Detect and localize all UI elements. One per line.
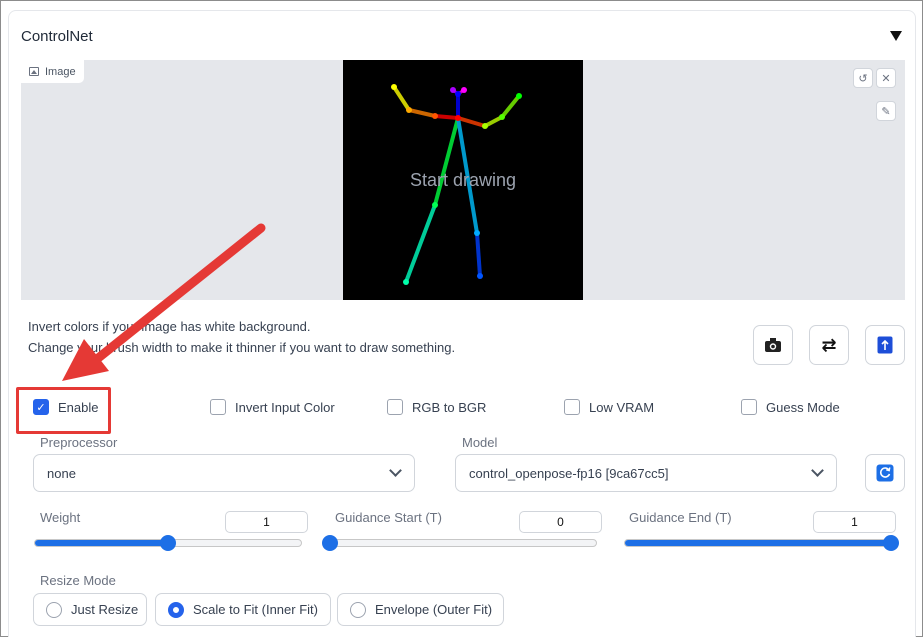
swap-button[interactable]: ⇄ (809, 325, 849, 365)
send-dimensions-button[interactable] (865, 325, 905, 365)
refresh-models-button[interactable] (865, 454, 905, 492)
chevron-down-icon (811, 464, 824, 477)
enable-checkbox[interactable]: ✓ Enable (33, 399, 98, 415)
slider-fill (35, 540, 168, 546)
invert-label: Invert Input Color (235, 399, 335, 415)
guidance-end-number-input[interactable]: 1 (813, 511, 896, 533)
rgb-bgr-label: RGB to BGR (412, 399, 487, 415)
preprocessor-label: Preprocessor (40, 435, 118, 450)
low-vram-label: Low VRAM (589, 399, 655, 415)
undo-icon[interactable]: ↺ (853, 68, 873, 88)
slider-thumb[interactable] (160, 535, 176, 551)
model-label: Model (462, 435, 498, 450)
panel-title: ControlNet (21, 28, 93, 45)
guess-mode-label: Guess Mode (766, 399, 840, 415)
guidance-end-label: Guidance End (T) (629, 510, 732, 525)
weight-slider[interactable] (34, 535, 302, 551)
upload-arrow-icon (877, 336, 893, 354)
weight-number-input[interactable]: 1 (225, 511, 308, 533)
canvas-placeholder: Start drawing (409, 170, 517, 190)
guidance-start-number-input[interactable]: 0 (519, 511, 602, 533)
slider-thumb[interactable] (883, 535, 899, 551)
checkbox-icon (564, 399, 580, 415)
refresh-icon (876, 464, 894, 482)
guidance-start-slider[interactable] (322, 535, 597, 551)
resize-mode-label: Resize Mode (40, 573, 116, 588)
close-icon[interactable]: ✕ (876, 68, 896, 88)
checkbox-icon (210, 399, 226, 415)
radio-icon (46, 601, 62, 618)
radio-label: Scale to Fit (Inner Fit) (193, 602, 318, 617)
swap-arrows-icon: ⇄ (821, 334, 837, 355)
guess-mode-checkbox[interactable]: Guess Mode (741, 399, 840, 415)
enable-label: Enable (58, 399, 99, 415)
weight-label: Weight (40, 510, 81, 525)
checkbox-icon (387, 399, 403, 415)
slider-thumb[interactable] (322, 535, 338, 551)
image-icon (29, 67, 39, 76)
chevron-down-icon (389, 464, 402, 477)
radio-just-resize[interactable]: Just Resize (33, 593, 147, 626)
radio-envelope[interactable]: Envelope (Outer Fit) (337, 593, 504, 626)
image-label-text: Image (45, 65, 76, 78)
radio-label: Just Resize (71, 602, 139, 617)
preprocessor-select[interactable]: none (33, 454, 415, 492)
radio-icon (350, 601, 366, 618)
camera-icon (765, 338, 781, 352)
radio-scale-to-fit[interactable]: Scale to Fit (Inner Fit) (155, 593, 331, 626)
radio-selected-icon (168, 601, 184, 618)
preprocessor-value: none (47, 465, 76, 481)
guidance-end-slider[interactable] (624, 535, 899, 551)
rgb-to-bgr-checkbox[interactable]: RGB to BGR (387, 399, 486, 415)
brush-icon[interactable]: ✎ (876, 101, 896, 121)
camera-button[interactable] (753, 325, 793, 365)
collapse-triangle-icon[interactable] (890, 31, 902, 41)
image-label: Image (21, 60, 85, 84)
hint-brush: Change your brush width to make it thinn… (28, 340, 456, 355)
model-value: control_openpose-fp16 [9ca67cc5] (469, 465, 669, 481)
hint-invert: Invert colors if your image has white ba… (28, 319, 311, 334)
checkbox-icon (741, 399, 757, 415)
invert-input-color-checkbox[interactable]: Invert Input Color (210, 399, 335, 415)
radio-label: Envelope (Outer Fit) (375, 602, 493, 617)
slider-fill (625, 540, 891, 546)
guidance-start-label: Guidance Start (T) (335, 510, 442, 525)
model-select[interactable]: control_openpose-fp16 [9ca67cc5] (455, 454, 837, 492)
checkbox-checked-icon: ✓ (33, 399, 49, 415)
low-vram-checkbox[interactable]: Low VRAM (564, 399, 654, 415)
